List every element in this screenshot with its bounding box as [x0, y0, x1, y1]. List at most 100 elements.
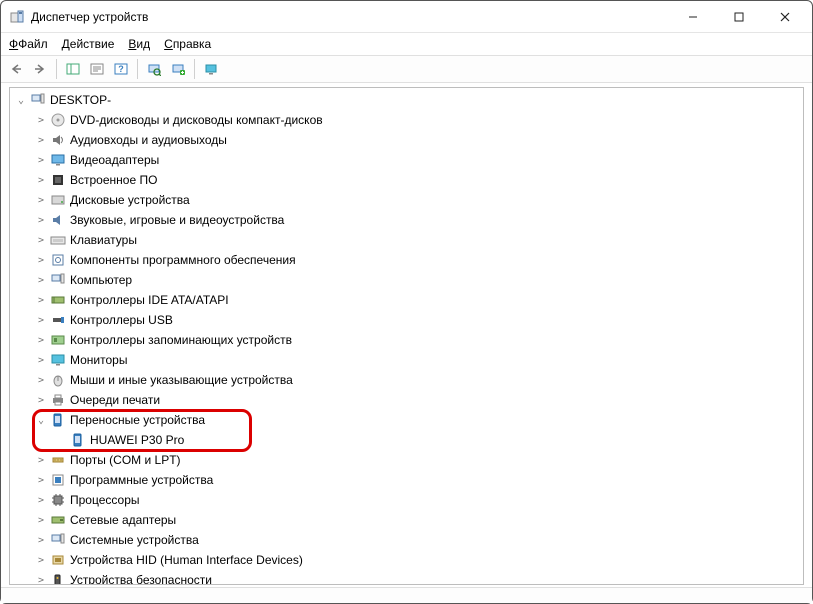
expand-toggle[interactable]: > [34, 535, 48, 546]
tree-item-label: DVD-дисководы и дисководы компакт-дисков [70, 113, 323, 127]
expand-toggle[interactable]: > [34, 455, 48, 466]
expand-toggle[interactable]: > [34, 255, 48, 266]
expand-toggle[interactable]: > [34, 235, 48, 246]
tree-item[interactable]: > Мониторы [10, 350, 803, 370]
expand-toggle[interactable]: > [34, 575, 48, 586]
close-button[interactable] [762, 2, 808, 32]
printer-icon [50, 392, 66, 408]
expand-toggle[interactable]: > [34, 375, 48, 386]
expand-toggle[interactable]: > [34, 115, 48, 126]
toolbar-add-hardware-icon[interactable] [167, 58, 189, 80]
tree-item[interactable]: >Звуковые, игровые и видеоустройства [10, 210, 803, 230]
expand-toggle[interactable]: > [34, 555, 48, 566]
tree-item[interactable]: ⌄ Переносные устройства [10, 410, 803, 430]
tree-item[interactable]: > Системные устройства [10, 530, 803, 550]
portable-icon [50, 412, 66, 428]
tree-item[interactable]: >Мыши и иные указывающие устройства [10, 370, 803, 390]
tree-item-label: Мониторы [70, 353, 127, 367]
keyboard-icon [50, 232, 66, 248]
toolbar-help-icon[interactable]: ? [110, 58, 132, 80]
tree-item[interactable]: >Компоненты программного обеспечения [10, 250, 803, 270]
sound-icon [50, 212, 66, 228]
phone-icon [70, 432, 86, 448]
tree-item[interactable]: >Порты (COM и LPT) [10, 450, 803, 470]
tree-item[interactable]: >Контроллеры IDE ATA/ATAPI [10, 290, 803, 310]
mouse-icon [50, 372, 66, 388]
toolbar-properties-icon[interactable] [86, 58, 108, 80]
expand-toggle[interactable]: > [34, 195, 48, 206]
tree-item-label: HUAWEI P30 Pro [90, 433, 184, 447]
toolbar-show-hide-console-tree-icon[interactable] [62, 58, 84, 80]
expand-toggle[interactable]: > [34, 395, 48, 406]
computer-icon [30, 92, 46, 108]
audio-icon [50, 132, 66, 148]
usb-icon [50, 312, 66, 328]
tree-item-label: Системные устройства [70, 533, 199, 547]
display-icon [50, 152, 66, 168]
tree-item-label: Встроенное ПО [70, 173, 157, 187]
tree-item[interactable]: > Клавиатуры [10, 230, 803, 250]
expand-toggle[interactable]: > [34, 475, 48, 486]
tree-item[interactable]: > Компьютер [10, 270, 803, 290]
toolbar-scan-hardware-icon[interactable] [143, 58, 165, 80]
expand-toggle[interactable]: > [34, 135, 48, 146]
tree-item-label: Контроллеры запоминающих устройств [70, 333, 292, 347]
expand-toggle[interactable]: > [34, 175, 48, 186]
tree-root-node[interactable]: ⌄DESKTOP- [10, 90, 803, 110]
forward-button[interactable] [29, 58, 51, 80]
ide-icon [50, 292, 66, 308]
expand-toggle[interactable]: > [34, 355, 48, 366]
tree-item[interactable]: >Видеоадаптеры [10, 150, 803, 170]
drive-icon [50, 192, 66, 208]
expand-toggle[interactable]: > [34, 335, 48, 346]
status-bar [1, 587, 812, 603]
tree-item[interactable]: >Очереди печати [10, 390, 803, 410]
device-tree[interactable]: ⌄DESKTOP- > DVD-дисководы и дисководы комп… [9, 87, 804, 585]
expand-toggle[interactable]: ⌄ [34, 415, 48, 426]
expand-toggle[interactable]: > [34, 315, 48, 326]
title-bar: Диспетчер устройств [1, 1, 812, 33]
security-icon [50, 572, 66, 585]
monitor-icon [50, 352, 66, 368]
tree-item[interactable]: >Процессоры [10, 490, 803, 510]
tree-item[interactable]: > Сетевые адаптеры [10, 510, 803, 530]
network-icon [50, 512, 66, 528]
tree-child-item[interactable]: HUAWEI P30 Pro [10, 430, 803, 450]
menu-view[interactable]: Вид [128, 37, 150, 51]
expand-toggle[interactable]: > [34, 155, 48, 166]
window-title: Диспетчер устройств [31, 10, 670, 24]
back-button[interactable] [5, 58, 27, 80]
maximize-button[interactable] [716, 2, 762, 32]
expand-toggle[interactable]: ⌄ [14, 95, 28, 106]
tree-item[interactable]: >Устройства безопасности [10, 570, 803, 585]
disc-icon [50, 112, 66, 128]
tree-item[interactable]: >Программные устройства [10, 470, 803, 490]
expand-toggle[interactable]: > [34, 295, 48, 306]
menu-file[interactable]: ФФайлФайл [9, 37, 48, 51]
tree-item[interactable]: >Устройства HID (Human Interface Devices… [10, 550, 803, 570]
menu-action[interactable]: Действие [62, 37, 115, 51]
tree-item-label: Сетевые адаптеры [70, 513, 176, 527]
softdev-icon [50, 472, 66, 488]
app-icon [9, 9, 25, 25]
tree-item-label: Компьютер [70, 273, 132, 287]
tree-item[interactable]: >Дисковые устройства [10, 190, 803, 210]
menu-help[interactable]: Справка [164, 37, 211, 51]
tree-item[interactable]: > DVD-дисководы и дисководы компакт-диско… [10, 110, 803, 130]
expand-toggle[interactable]: > [34, 515, 48, 526]
minimize-button[interactable] [670, 2, 716, 32]
window-buttons [670, 2, 808, 32]
tree-item-label: Клавиатуры [70, 233, 137, 247]
expand-toggle[interactable]: > [34, 215, 48, 226]
tree-item[interactable]: > Контроллеры запоминающих устройств [10, 330, 803, 350]
tree-item[interactable]: > Встроенное ПО [10, 170, 803, 190]
expand-toggle[interactable]: > [34, 275, 48, 286]
tree-item-label: Аудиовходы и аудиовыходы [70, 133, 227, 147]
tree-item[interactable]: > Аудиовходы и аудиовыходы [10, 130, 803, 150]
tree-item[interactable]: >Контроллеры USB [10, 310, 803, 330]
tree-item-label: Переносные устройства [70, 413, 205, 427]
hiddev-icon [50, 552, 66, 568]
toolbar-monitor-icon[interactable] [200, 58, 222, 80]
expand-toggle[interactable]: > [34, 495, 48, 506]
ports-icon [50, 452, 66, 468]
